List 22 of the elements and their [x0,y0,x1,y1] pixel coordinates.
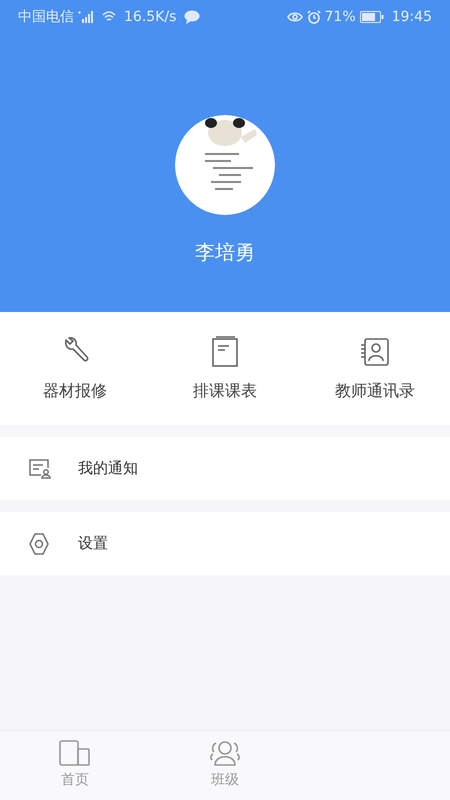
settings-icon [27,532,51,556]
menu-item[interactable]: 我的通知 [0,437,450,500]
eye-icon [286,11,303,23]
home-icon [59,740,91,766]
people-icon [209,740,241,766]
wifi-icon [102,11,116,23]
shortcut-button[interactable]: 排课课表 [150,326,300,410]
battery-percent: 71% [324,8,356,26]
menu-item[interactable]: 设置 [0,512,450,575]
chat-icon [184,10,200,24]
clock-time: 19:45 [392,8,432,26]
shortcut-button[interactable]: 器材报修 [0,326,150,410]
user-name: 李培勇 [195,239,255,266]
network-speed: 16.5K/s [124,8,176,26]
battery-icon [360,11,384,23]
contact-card-icon [360,336,390,366]
book-icon [211,336,239,368]
shortcut-button[interactable]: 教师通讯录 [300,326,450,410]
message-icon [27,458,51,480]
signal-icon [78,11,94,23]
alarm-icon [306,10,321,24]
carrier-text: 中国电信 [18,8,74,26]
